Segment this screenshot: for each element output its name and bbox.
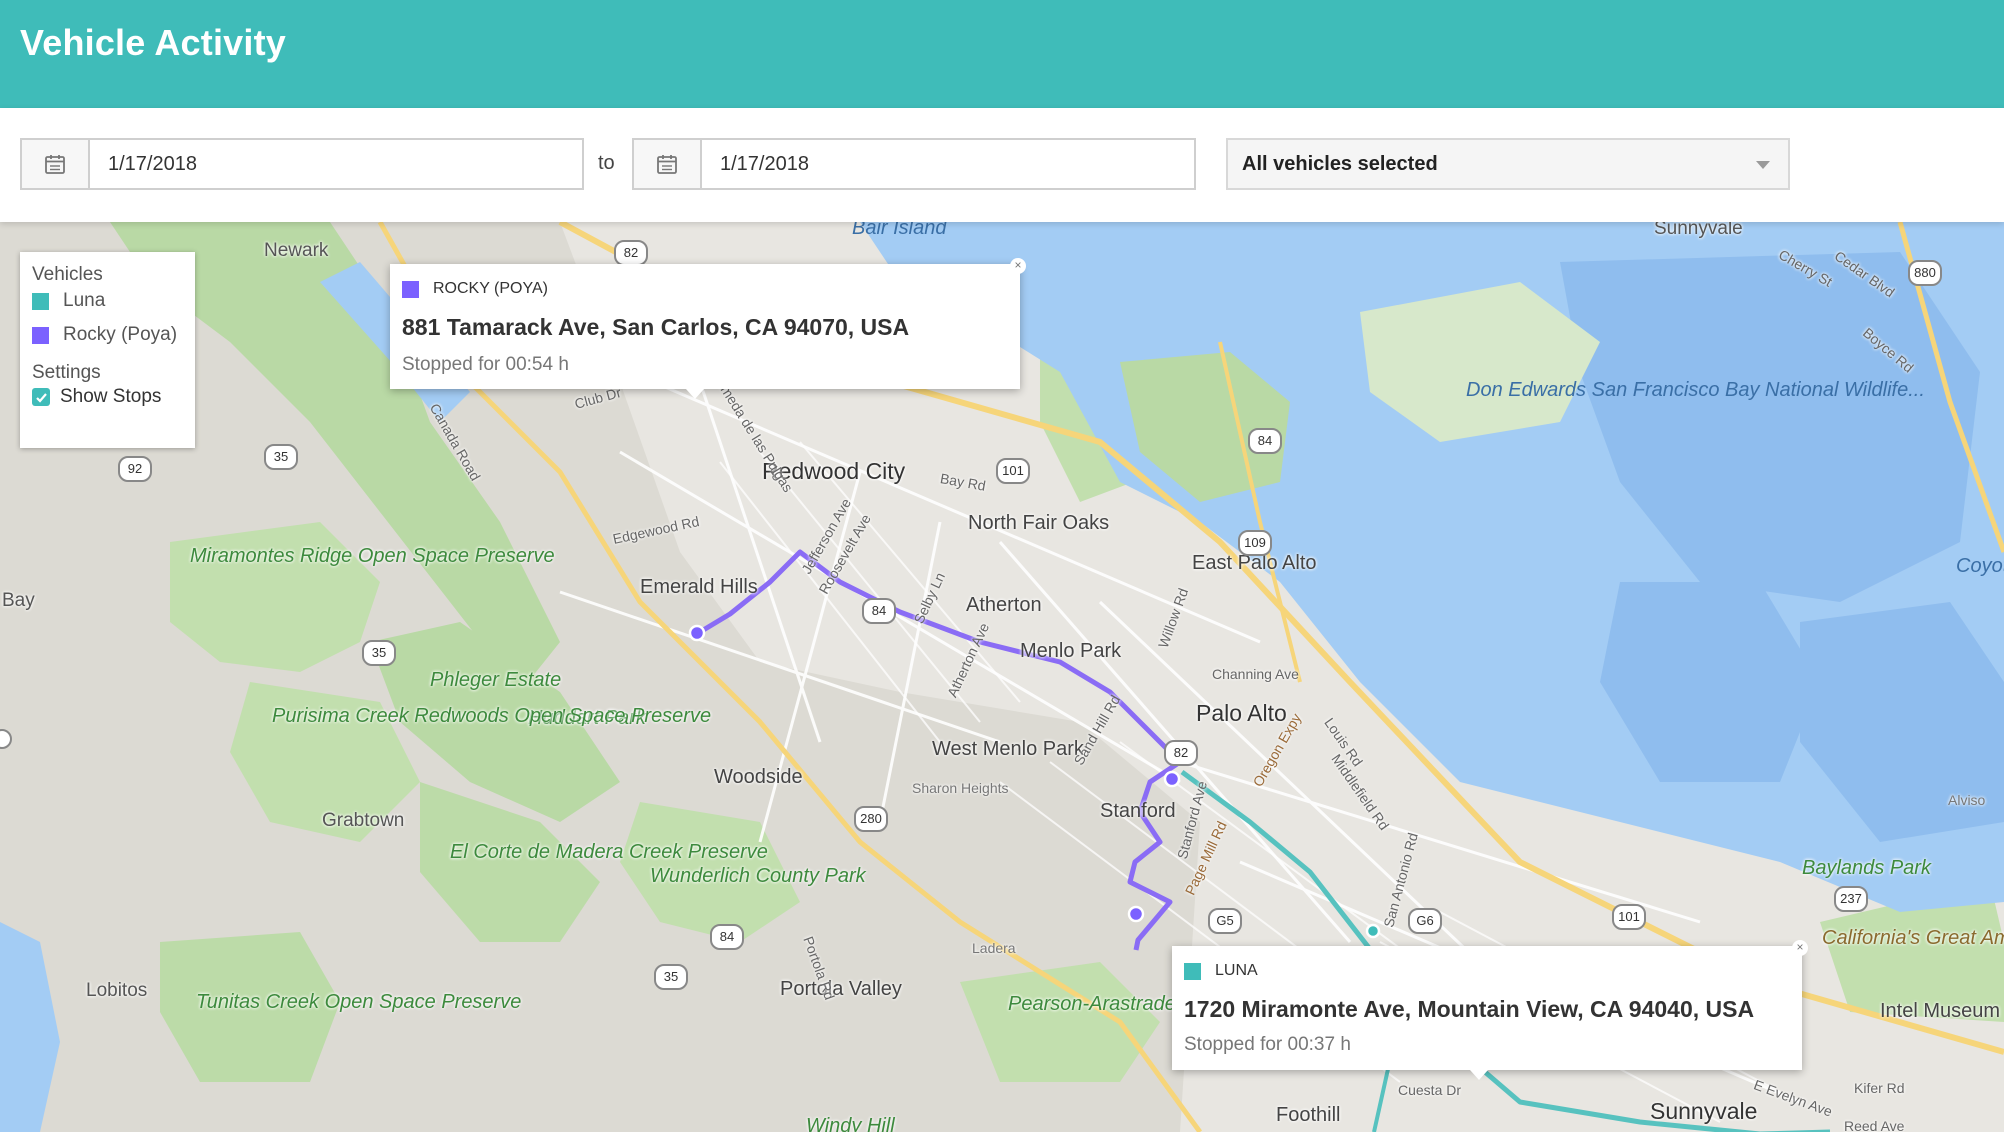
vehicle-select[interactable]: All vehicles selected: [1226, 138, 1790, 190]
map-label-highlands: Newark: [264, 240, 329, 261]
highway-shield: 84: [862, 598, 896, 624]
map-label-sharon-heights: Sharon Heights: [912, 780, 1009, 796]
map-label-cuesta-dr: Cuesta Dr: [1398, 1082, 1462, 1098]
map-label-kifer-rd: Kifer Rd: [1854, 1080, 1905, 1096]
map-label-emerald-hills: Emerald Hills: [640, 576, 758, 598]
highway-shield: 280: [854, 806, 888, 832]
end-date-picker[interactable]: 1/17/2018: [632, 138, 1196, 190]
map-label-windy-hill: Windy Hill: [806, 1115, 895, 1132]
app-header: Vehicle Activity: [0, 0, 2004, 108]
popup-vehicle-name: ROCKY (POYA): [433, 280, 548, 297]
popup-pointer: [1470, 1070, 1488, 1080]
calendar-icon[interactable]: [634, 140, 702, 188]
checkbox-checked-icon[interactable]: [32, 388, 50, 406]
legend-item-label: Luna: [63, 290, 106, 311]
color-swatch: [32, 326, 49, 344]
show-stops-label: Show Stops: [60, 386, 162, 407]
map-label-menlo-park: Menlo Park: [1020, 640, 1122, 662]
highway-shield: G6: [1408, 908, 1442, 934]
map-label-lobitos: Lobitos: [86, 980, 148, 1001]
popup-duration: Stopped for 00:37 h: [1184, 1034, 1351, 1055]
highway-shield: 84: [1248, 428, 1282, 454]
popup-address: 1720 Miramonte Ave, Mountain View, CA 94…: [1184, 996, 1755, 1022]
highway-shield: 35: [654, 964, 688, 990]
stop-popup-rocky: ROCKY (POYA) 881 Tamarack Ave, San Carlo…: [390, 258, 1026, 399]
map-label-foothill: Foothill: [1276, 1104, 1341, 1126]
close-icon[interactable]: ×: [1792, 940, 1808, 956]
filter-bar: 1/17/2018 to 1/17/2018 All vehicles sele…: [0, 108, 2004, 222]
map-label-sunnyvale: Sunnyvale: [1650, 1098, 1758, 1124]
map-label-palo-alto: Palo Alto: [1196, 700, 1287, 726]
highway-shield: 92: [118, 456, 152, 482]
map-label-woodside: Woodside: [714, 766, 803, 788]
legend-item-label: Rocky (Poya): [63, 324, 178, 345]
highway-shield: G5: [1208, 908, 1242, 934]
color-swatch: [32, 292, 49, 310]
map-label-phleger: Phleger Estate: [430, 669, 562, 691]
map-label-great-america: California's Great America: [1822, 927, 2004, 949]
map-label-grabtown: Grabtown: [322, 810, 405, 831]
date-range-separator: to: [598, 152, 615, 174]
popup-vehicle-tag: ROCKY (POYA): [402, 280, 548, 298]
highway-shield: 84: [710, 924, 744, 950]
popup-address: 881 Tamarack Ave, San Carlos, CA 94070, …: [402, 314, 910, 340]
map-label-coyote: Coyote: [1956, 555, 2004, 577]
highway-shield: 35: [362, 640, 396, 666]
map-label-atherton: Atherton: [966, 594, 1042, 616]
map-label-ladera: Ladera: [972, 940, 1016, 956]
map-label-bay: Bay: [2, 590, 35, 611]
end-date-field[interactable]: 1/17/2018: [720, 153, 809, 176]
highway-shield: 237: [1834, 886, 1868, 912]
color-swatch: [402, 280, 419, 298]
legend-settings-heading: Settings: [32, 362, 101, 383]
map-legend: Vehicles Luna Rocky (Poya) Settings Show…: [20, 252, 195, 448]
chevron-down-icon[interactable]: [1756, 161, 1770, 169]
map-label-stanford: Stanford: [1100, 800, 1176, 822]
calendar-icon[interactable]: [22, 140, 90, 188]
map-label-reed-ave: Reed Ave: [1844, 1118, 1905, 1132]
color-swatch: [1184, 962, 1201, 980]
close-icon[interactable]: ×: [1010, 258, 1026, 274]
map-label-wunderlich: Wunderlich County Park: [650, 865, 866, 887]
highway-shield: 101: [996, 458, 1030, 484]
map-label-don-edwards: Don Edwards San Francisco Bay National W…: [1466, 379, 1925, 401]
map-label-el-corte: El Corte de Madera Creek Preserve: [450, 842, 768, 863]
map-label-baylands-park: Baylands Park: [1802, 857, 1931, 879]
map-label-alviso: Alviso: [1948, 792, 1986, 808]
map-label-west-menlo-park: West Menlo Park: [932, 738, 1084, 760]
map-label-pearson: Pearson-Arastradero Preserve: [1008, 993, 1280, 1015]
legend-vehicles-heading: Vehicles: [32, 264, 103, 285]
highway-shield: 109: [1238, 530, 1272, 556]
map-label-bair-island: Bair Island: [852, 222, 947, 239]
map-label-north-fair-oaks: North Fair Oaks: [968, 512, 1110, 534]
popup-duration: Stopped for 00:54 h: [402, 354, 569, 375]
map-label-purisima: Purisima Creek Redwoods Open Space Prese…: [272, 705, 711, 727]
highway-shield: 880: [1908, 260, 1942, 286]
vehicle-select-value: All vehicles selected: [1242, 153, 1438, 175]
map-label-tunitas: Tunitas Creek Open Space Preserve: [196, 992, 521, 1013]
popup-vehicle-tag: LUNA: [1184, 962, 1258, 980]
map-label-portola-valley: Portola Valley: [780, 978, 902, 1000]
map-label-intel-museum: Intel Museum: [1880, 1000, 2001, 1022]
map-label-newark: Sunnyvale: [1654, 222, 1743, 239]
start-date-field[interactable]: 1/17/2018: [108, 153, 197, 176]
popup-vehicle-name: LUNA: [1215, 962, 1258, 979]
map-canvas[interactable]: Newark Bair Island Sunnyvale Redwood Cit…: [0, 222, 2004, 1132]
map-label-channing-ave: Channing Ave: [1212, 666, 1299, 682]
map-label-miramontes: Miramontes Ridge Open Space Preserve: [190, 546, 555, 567]
start-date-picker[interactable]: 1/17/2018: [20, 138, 584, 190]
page-title: Vehicle Activity: [20, 22, 286, 63]
show-stops-toggle[interactable]: Show Stops: [32, 386, 161, 408]
highway-shield: 35: [264, 444, 298, 470]
popup-pointer: [686, 389, 704, 399]
legend-item-rocky[interactable]: Rocky (Poya): [32, 324, 177, 346]
highway-shield: 101: [1612, 904, 1646, 930]
highway-shield: 82: [1164, 740, 1198, 766]
legend-item-luna[interactable]: Luna: [32, 290, 105, 312]
stop-popup-luna: LUNA 1720 Miramonte Ave, Mountain View, …: [1172, 940, 1808, 1080]
highway-shield: 82: [614, 240, 648, 266]
